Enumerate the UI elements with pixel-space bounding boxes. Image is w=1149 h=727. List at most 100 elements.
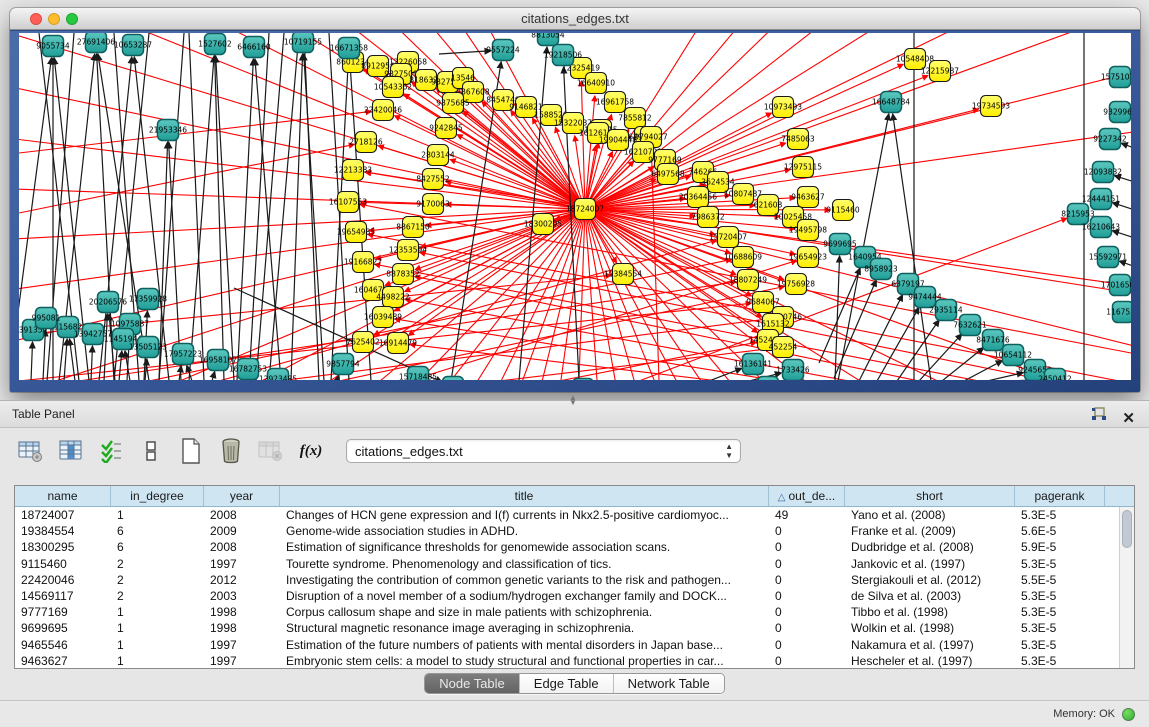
graph-node[interactable] — [773, 97, 794, 118]
graph-node[interactable] — [423, 194, 444, 215]
graph-node[interactable] — [339, 38, 360, 59]
graph-node[interactable] — [388, 333, 409, 354]
network-canvas[interactable]: 1872400786012348912954122260589327509105… — [19, 33, 1131, 380]
graph-node[interactable] — [238, 359, 259, 380]
close-panel-icon[interactable]: ✕ — [1122, 405, 1135, 432]
table-row[interactable]: 1938455462009Genome-wide association stu… — [15, 523, 1119, 539]
graph-node[interactable] — [1091, 189, 1112, 210]
graph-node[interactable] — [416, 70, 437, 91]
graph-node[interactable] — [881, 92, 902, 113]
graph-node[interactable] — [538, 33, 559, 46]
graph-node[interactable] — [783, 360, 804, 381]
table-row[interactable]: 911546021997Tourette syndrome. Phenomeno… — [15, 556, 1119, 572]
network-canvas-wrap[interactable]: 1872400786012348912954122260589327509105… — [19, 33, 1131, 380]
column-header-in_degree[interactable]: in_degree — [111, 486, 204, 506]
graph-node[interactable] — [613, 264, 634, 285]
tab-node-table[interactable]: Node Table — [425, 674, 520, 693]
column-header-year[interactable]: year — [204, 486, 280, 506]
table-row[interactable]: 969969511998Structural magnetic resonanc… — [15, 620, 1119, 636]
table-row[interactable]: 1456911722003Disruption of a novel membe… — [15, 588, 1119, 604]
column-header-pagerank[interactable]: pagerank — [1015, 486, 1105, 506]
graph-node[interactable] — [1110, 275, 1131, 296]
graph-node[interactable] — [981, 96, 1002, 117]
graph-node[interactable] — [268, 369, 289, 381]
delete-attribute-icon[interactable] — [218, 438, 244, 464]
graph-node[interactable] — [463, 82, 484, 103]
column-header-name[interactable]: name — [15, 486, 111, 506]
graph-node[interactable] — [605, 92, 626, 113]
graph-node[interactable] — [698, 207, 719, 228]
graph-node[interactable] — [625, 108, 646, 129]
graph-node[interactable] — [208, 350, 229, 371]
graph-node[interactable] — [368, 56, 389, 77]
graph-node[interactable] — [1110, 67, 1131, 88]
graph-node[interactable] — [586, 73, 607, 94]
graph-node[interactable] — [36, 308, 57, 329]
graph-node[interactable] — [738, 270, 759, 291]
graph-node[interactable] — [718, 227, 739, 248]
tab-edge-table[interactable]: Edge Table — [520, 674, 614, 693]
cell-options-icon[interactable] — [138, 438, 164, 464]
graph-node[interactable] — [788, 129, 809, 150]
graph-node[interactable] — [83, 324, 104, 345]
graph-node[interactable] — [353, 252, 374, 273]
graph-node[interactable] — [753, 292, 774, 313]
graph-node[interactable] — [356, 132, 377, 153]
graph-node[interactable] — [833, 200, 854, 221]
table-row[interactable]: 977716911998Corpus callosum shape and si… — [15, 604, 1119, 620]
table-vertical-scrollbar[interactable] — [1119, 507, 1134, 668]
graph-node[interactable] — [423, 169, 444, 190]
graph-node[interactable] — [1025, 360, 1046, 381]
graph-node[interactable] — [1091, 217, 1112, 238]
graph-node[interactable] — [1003, 345, 1024, 366]
table-row[interactable]: 1830029562008Estimation of significance … — [15, 539, 1119, 555]
graph-node[interactable] — [541, 105, 562, 126]
graph-node[interactable] — [798, 247, 819, 268]
graph-node[interactable] — [688, 187, 709, 208]
graph-node[interactable] — [443, 377, 464, 381]
graph-node[interactable] — [138, 337, 159, 358]
graph-node[interactable] — [43, 36, 64, 57]
graph-node[interactable] — [588, 123, 609, 144]
function-builder-icon[interactable]: f(x) — [298, 438, 324, 464]
graph-node[interactable] — [436, 118, 457, 139]
graph-node[interactable] — [516, 97, 537, 118]
graph-node[interactable] — [793, 157, 814, 178]
graph-node[interactable] — [1098, 247, 1119, 268]
graph-node[interactable] — [798, 187, 819, 208]
graph-node[interactable] — [333, 354, 354, 375]
graph-node[interactable] — [98, 292, 119, 313]
column-header-short[interactable]: short — [845, 486, 1015, 506]
graph-node[interactable] — [58, 317, 79, 338]
scrollbar-thumb[interactable] — [1122, 510, 1132, 548]
graph-node[interactable] — [930, 61, 951, 82]
graph-node[interactable] — [158, 120, 179, 141]
graph-node[interactable] — [338, 192, 359, 213]
graph-node[interactable] — [403, 217, 424, 238]
graph-node[interactable] — [373, 307, 394, 328]
graph-node[interactable] — [123, 35, 144, 56]
table-row[interactable]: 946554611997Estimation of the future num… — [15, 637, 1119, 653]
select-attributes-icon[interactable] — [98, 438, 124, 464]
graph-node[interactable] — [373, 100, 394, 121]
window-titlebar[interactable]: citations_edges.txt — [10, 8, 1140, 30]
graph-node[interactable] — [915, 287, 936, 308]
graph-node[interactable] — [553, 45, 574, 66]
table-row[interactable]: 2242004622012Investigating the contribut… — [15, 572, 1119, 588]
column-header-title[interactable]: title — [280, 486, 769, 506]
graph-node[interactable] — [383, 77, 404, 98]
table-select-combobox[interactable]: citations_edges.txt ▲▼ — [346, 439, 741, 463]
graph-node[interactable] — [393, 264, 414, 285]
show-columns-icon[interactable] — [58, 438, 84, 464]
graph-node[interactable] — [363, 280, 384, 301]
graph-node[interactable] — [871, 259, 892, 280]
graph-node[interactable] — [936, 300, 957, 321]
graph-node[interactable] — [493, 90, 514, 111]
graph-node[interactable] — [138, 289, 159, 310]
graph-node[interactable] — [205, 34, 226, 55]
graph-node[interactable] — [86, 33, 107, 53]
graph-node[interactable] — [758, 195, 779, 216]
table-row[interactable]: 1872400712008Changes of HCN gene express… — [15, 507, 1119, 523]
graph-node[interactable] — [346, 222, 367, 243]
graph-node[interactable] — [773, 337, 794, 358]
